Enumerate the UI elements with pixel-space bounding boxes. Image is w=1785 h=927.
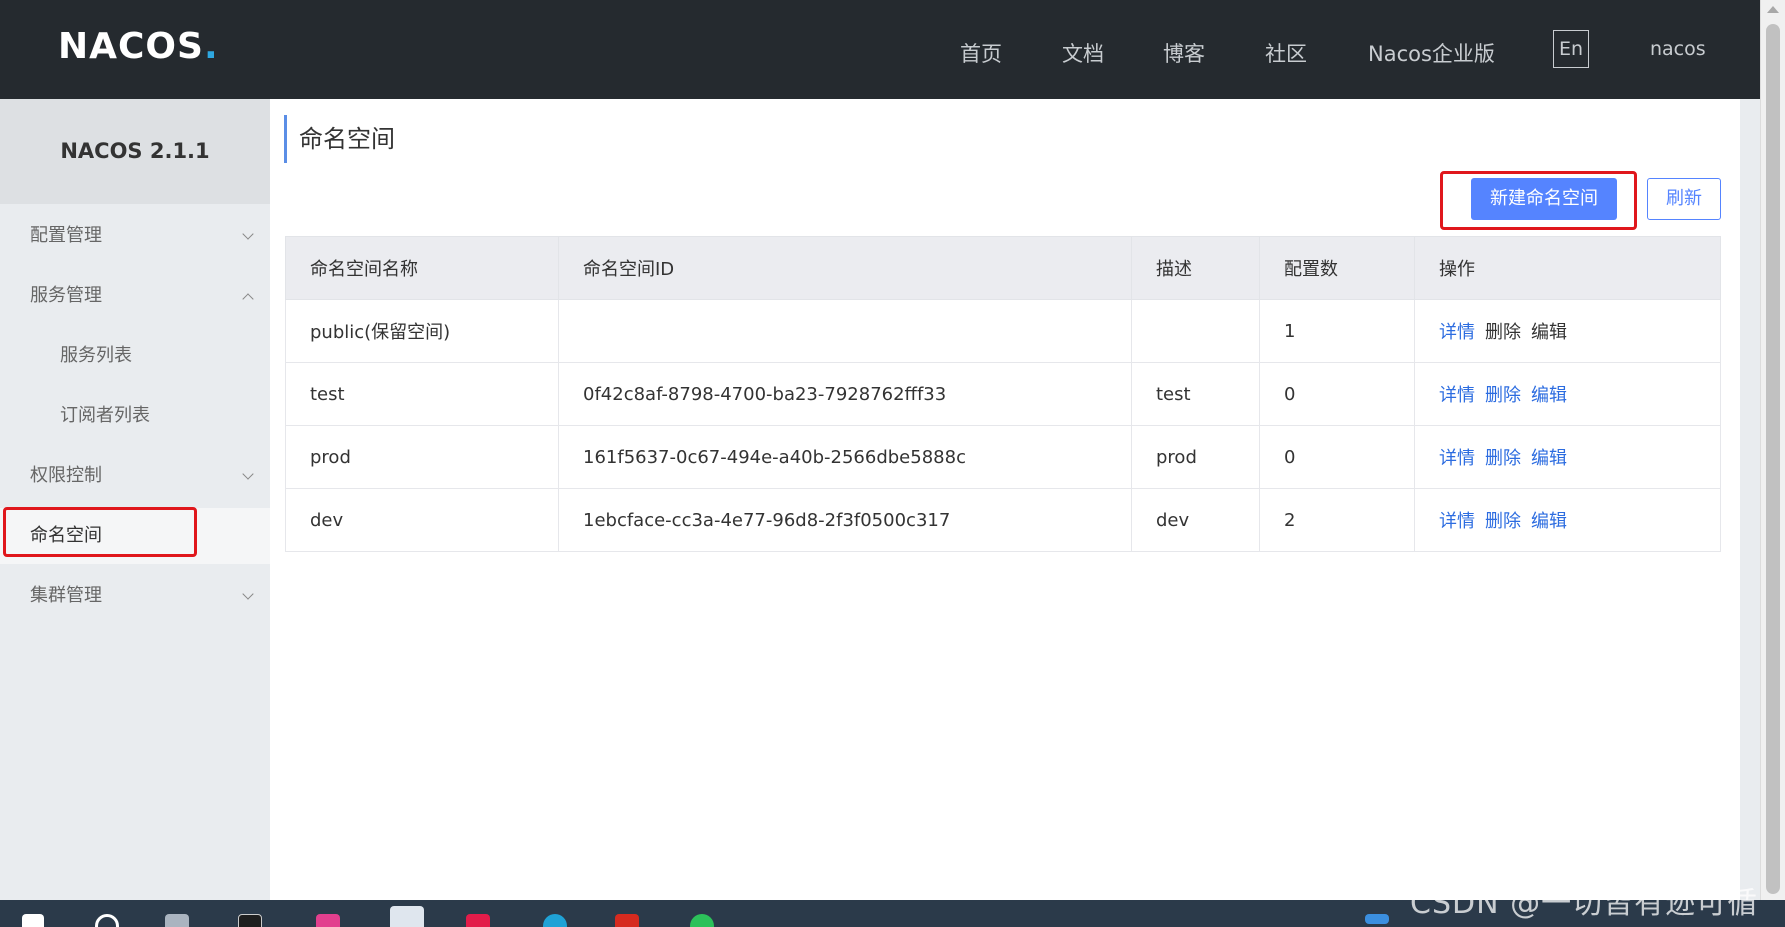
scrollbar-thumb[interactable] bbox=[1766, 24, 1780, 894]
nav-docs[interactable]: 文档 bbox=[1062, 38, 1104, 68]
delete-link[interactable]: 删除 bbox=[1485, 448, 1521, 469]
cell-name: test bbox=[285, 362, 559, 426]
cell-id bbox=[558, 299, 1132, 363]
sidebar-item-label: 服务管理 bbox=[30, 285, 102, 306]
delete-link: 删除 bbox=[1485, 322, 1521, 343]
cell-description: test bbox=[1131, 362, 1260, 426]
sidebar-item-subscriber-list[interactable]: 订阅者列表 bbox=[0, 388, 270, 444]
col-header-description: 描述 bbox=[1131, 236, 1260, 300]
sidebar-item-label: 集群管理 bbox=[30, 585, 102, 606]
sidebar-item-label: 权限控制 bbox=[30, 465, 102, 486]
detail-link[interactable]: 详情 bbox=[1439, 511, 1475, 532]
nav-blog[interactable]: 博客 bbox=[1163, 38, 1205, 68]
table-row: test 0f42c8af-8798-4700-ba23-7928762fff3… bbox=[285, 362, 1721, 426]
nav-enterprise[interactable]: Nacos企业版 bbox=[1368, 38, 1495, 68]
namespace-table: 命名空间名称 命名空间ID 描述 配置数 操作 public(保留空间) 1 详… bbox=[285, 236, 1721, 552]
task-view-icon[interactable] bbox=[165, 914, 189, 927]
user-menu[interactable]: nacos bbox=[1650, 38, 1706, 60]
sidebar-item-access-control[interactable]: 权限控制 bbox=[0, 448, 270, 504]
app-icon[interactable] bbox=[466, 914, 490, 927]
scroll-up-arrow-icon[interactable] bbox=[1767, 6, 1779, 13]
cell-name: dev bbox=[285, 488, 559, 552]
cell-actions: 详情 删除 编辑 bbox=[1414, 488, 1721, 552]
sidebar-item-config-management[interactable]: 配置管理 bbox=[0, 208, 270, 264]
sidebar-item-service-management[interactable]: 服务管理 bbox=[0, 268, 270, 324]
sidebar-item-service-list[interactable]: 服务列表 bbox=[0, 328, 270, 384]
nav-home[interactable]: 首页 bbox=[960, 38, 1002, 68]
chevron-down-icon bbox=[242, 588, 254, 600]
windows-start-icon[interactable] bbox=[22, 914, 44, 927]
version-label: NACOS 2.1.1 bbox=[0, 99, 270, 204]
detail-link[interactable]: 详情 bbox=[1439, 322, 1475, 343]
highlight-box-namespace-menu bbox=[3, 507, 197, 557]
cell-description: prod bbox=[1131, 425, 1260, 489]
cell-actions: 详情 删除 编辑 bbox=[1414, 299, 1721, 363]
table-row: prod 161f5637-0c67-494e-a40b-2566dbe5888… bbox=[285, 425, 1721, 489]
notification-icon[interactable] bbox=[1365, 914, 1389, 924]
chevron-up-icon bbox=[242, 293, 254, 305]
top-navbar: NACOS. 首页 文档 博客 社区 Nacos企业版 En nacos bbox=[0, 0, 1760, 99]
jetbrains-ide-icon[interactable] bbox=[316, 914, 340, 927]
edit-link[interactable]: 编辑 bbox=[1531, 511, 1567, 532]
search-icon[interactable] bbox=[95, 914, 119, 927]
col-header-actions: 操作 bbox=[1414, 236, 1721, 300]
vertical-scrollbar[interactable] bbox=[1760, 0, 1785, 900]
cell-description: dev bbox=[1131, 488, 1260, 552]
highlight-box-new-namespace bbox=[1440, 171, 1637, 230]
sidebar-item-label: 订阅者列表 bbox=[60, 405, 150, 426]
cell-id: 0f42c8af-8798-4700-ba23-7928762fff33 bbox=[558, 362, 1132, 426]
language-switch-button[interactable]: En bbox=[1553, 30, 1589, 68]
cell-actions: 详情 删除 编辑 bbox=[1414, 362, 1721, 426]
wechat-icon[interactable] bbox=[690, 914, 714, 927]
page-title: 命名空间 bbox=[284, 115, 395, 163]
chevron-down-icon bbox=[242, 228, 254, 240]
col-header-id: 命名空间ID bbox=[558, 236, 1132, 300]
cell-config-count: 0 bbox=[1259, 362, 1415, 426]
edit-link[interactable]: 编辑 bbox=[1531, 385, 1567, 406]
col-header-config-count: 配置数 bbox=[1259, 236, 1415, 300]
typora-icon[interactable] bbox=[390, 906, 424, 927]
table-row: public(保留空间) 1 详情 删除 编辑 bbox=[285, 299, 1721, 363]
nav-community[interactable]: 社区 bbox=[1265, 38, 1307, 68]
table-header-row: 命名空间名称 命名空间ID 描述 配置数 操作 bbox=[285, 236, 1721, 300]
nacos-logo[interactable]: NACOS. bbox=[58, 26, 219, 67]
cell-config-count: 2 bbox=[1259, 488, 1415, 552]
detail-link[interactable]: 详情 bbox=[1439, 385, 1475, 406]
sidebar-item-label: 配置管理 bbox=[30, 225, 102, 246]
sidebar-item-label: 服务列表 bbox=[60, 345, 132, 366]
cell-name: prod bbox=[285, 425, 559, 489]
terminal-icon[interactable] bbox=[238, 914, 262, 927]
cell-actions: 详情 删除 编辑 bbox=[1414, 425, 1721, 489]
delete-link[interactable]: 删除 bbox=[1485, 385, 1521, 406]
delete-link[interactable]: 删除 bbox=[1485, 511, 1521, 532]
chevron-down-icon bbox=[242, 468, 254, 480]
edit-link: 编辑 bbox=[1531, 322, 1567, 343]
cell-config-count: 1 bbox=[1259, 299, 1415, 363]
cell-id: 161f5637-0c67-494e-a40b-2566dbe5888c bbox=[558, 425, 1132, 489]
cell-description bbox=[1131, 299, 1260, 363]
refresh-button[interactable]: 刷新 bbox=[1647, 178, 1721, 220]
sidebar-item-cluster-management[interactable]: 集群管理 bbox=[0, 568, 270, 624]
edge-browser-icon[interactable] bbox=[543, 914, 567, 927]
csdn-watermark: CSDN @一切皆有迹可循 bbox=[1410, 886, 1759, 921]
edit-link[interactable]: 编辑 bbox=[1531, 448, 1567, 469]
cell-id: 1ebcface-cc3a-4e77-96d8-2f3f0500c317 bbox=[558, 488, 1132, 552]
cell-config-count: 0 bbox=[1259, 425, 1415, 489]
xshell-icon[interactable] bbox=[615, 914, 639, 927]
sidebar: NACOS 2.1.1 配置管理 服务管理 服务列表 订阅者列表 权限控制 命名… bbox=[0, 99, 270, 900]
cell-name: public(保留空间) bbox=[285, 299, 559, 363]
col-header-name: 命名空间名称 bbox=[285, 236, 559, 300]
table-row: dev 1ebcface-cc3a-4e77-96d8-2f3f0500c317… bbox=[285, 488, 1721, 552]
detail-link[interactable]: 详情 bbox=[1439, 448, 1475, 469]
